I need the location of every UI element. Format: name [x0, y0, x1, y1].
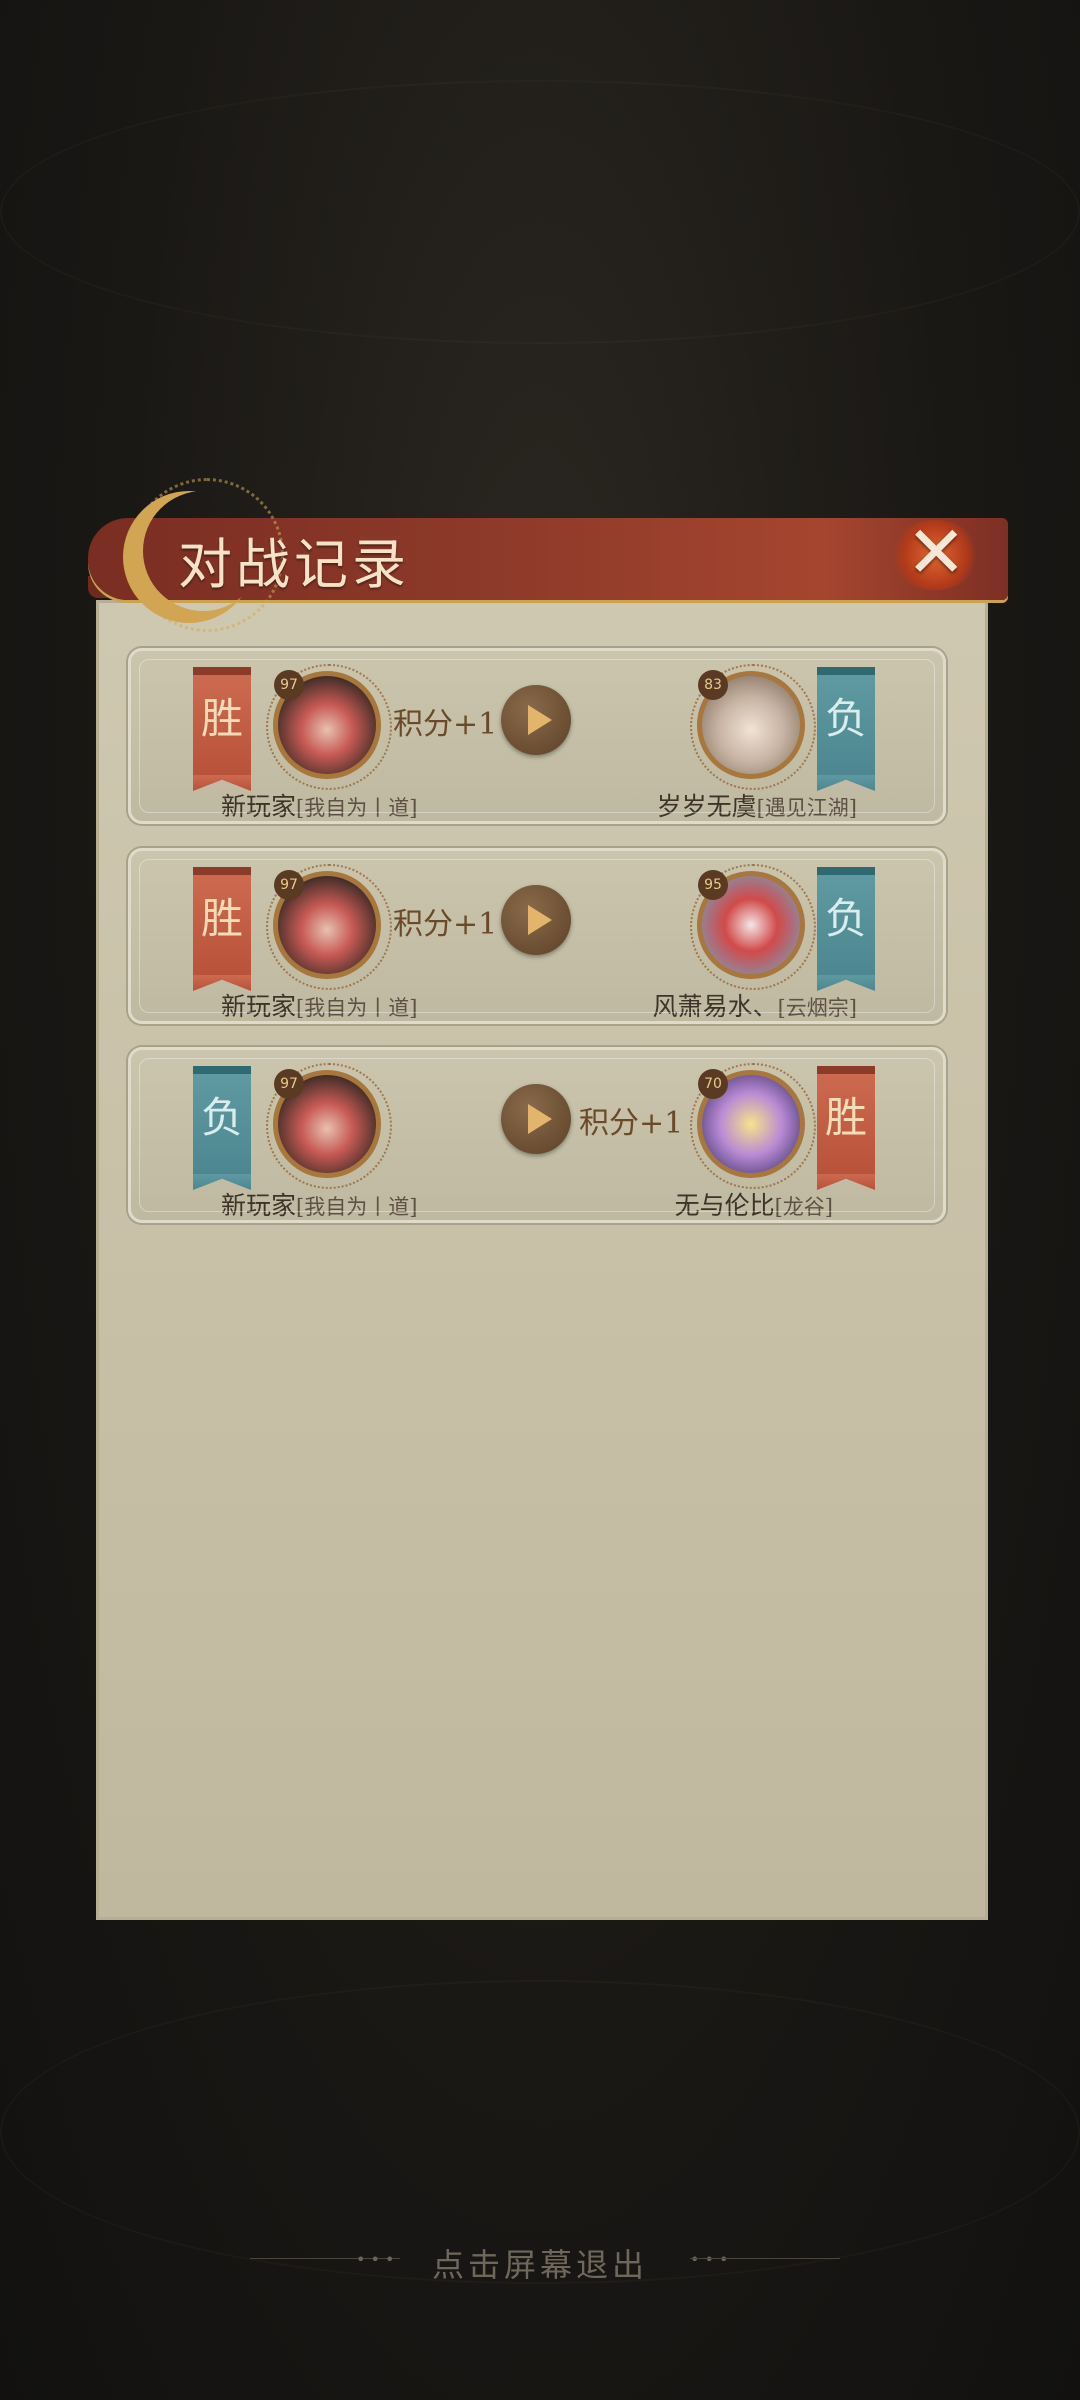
avatar-ring — [690, 864, 816, 990]
result-banner-right: 胜 — [817, 1066, 875, 1176]
guild-tag: [我自为丨道] — [296, 1195, 418, 1219]
footer-dots-right: • • • — [690, 2250, 729, 2269]
background-swirl — [0, 80, 1080, 344]
dialog-title: 对战记录 — [178, 533, 410, 596]
exit-hint[interactable]: 点击屏幕退出 — [0, 2240, 1080, 2286]
avatar-ring — [266, 864, 392, 990]
background-swirl — [0, 1980, 1080, 2284]
score-change: 积分+1 — [393, 707, 498, 742]
player-name-left: 新玩家[我自为丨道] — [221, 787, 417, 823]
battle-record-row: 负 97 积分+1 70 胜 新玩家[我自为丨道] 无与伦比[龙谷] — [128, 1047, 946, 1223]
guild-tag: [龙谷] — [774, 1195, 833, 1219]
player-avatar-right[interactable]: 83 — [690, 664, 816, 790]
close-icon: ✕ — [906, 510, 967, 594]
avatar-ring — [690, 664, 816, 790]
player-name-right: 风萧易水、[云烟宗] — [653, 987, 857, 1023]
player-avatar-right[interactable]: 95 — [690, 864, 816, 990]
player-avatar-left[interactable]: 97 — [266, 664, 392, 790]
guild-tag: [我自为丨道] — [296, 796, 418, 820]
player-name: 风萧易水、 — [652, 992, 778, 1021]
close-button[interactable]: ✕ — [870, 500, 1000, 610]
result-banner-right: 负 — [817, 867, 875, 977]
level-badge: 97 — [274, 870, 304, 900]
avatar-ring — [690, 1063, 816, 1189]
player-name: 新玩家 — [221, 992, 297, 1021]
level-badge: 97 — [274, 670, 304, 700]
player-avatar-right[interactable]: 70 — [690, 1063, 816, 1189]
replay-play-button[interactable] — [501, 1084, 571, 1154]
replay-play-button[interactable] — [501, 885, 571, 955]
result-banner-right: 负 — [817, 667, 875, 777]
level-badge: 97 — [274, 1069, 304, 1099]
player-name-left: 新玩家[我自为丨道] — [221, 1186, 417, 1222]
player-name: 新玩家 — [221, 1191, 297, 1220]
player-avatar-left[interactable]: 97 — [266, 1063, 392, 1189]
score-change: 积分+1 — [393, 907, 498, 942]
avatar-ring — [266, 1063, 392, 1189]
guild-tag: [云烟宗] — [777, 996, 857, 1020]
result-banner-left: 胜 — [193, 667, 251, 777]
replay-play-button[interactable] — [501, 685, 571, 755]
level-badge: 95 — [698, 870, 728, 900]
battle-record-row: 胜 97 积分+1 95 负 新玩家[我自为丨道] 风萧易水、[云烟宗] — [128, 848, 946, 1024]
player-name-right: 岁岁无虞[遇见江湖] — [657, 787, 857, 823]
guild-tag: [遇见江湖] — [756, 796, 857, 820]
battle-record-row: 胜 97 积分+1 83 负 新玩家[我自为丨道] 岁岁无虞[遇见江湖] — [128, 648, 946, 824]
player-avatar-left[interactable]: 97 — [266, 864, 392, 990]
player-name: 无与伦比 — [674, 1191, 775, 1220]
level-badge: 83 — [698, 670, 728, 700]
player-name: 岁岁无虞 — [656, 792, 757, 821]
player-name: 新玩家 — [221, 792, 297, 821]
player-name-left: 新玩家[我自为丨道] — [221, 987, 417, 1023]
guild-tag: [我自为丨道] — [296, 996, 418, 1020]
level-badge: 70 — [698, 1069, 728, 1099]
player-name-right: 无与伦比[龙谷] — [675, 1186, 833, 1222]
result-banner-left: 胜 — [193, 867, 251, 977]
result-banner-left: 负 — [193, 1066, 251, 1176]
score-change: 积分+1 — [579, 1106, 684, 1141]
footer-divider-right — [690, 2258, 840, 2259]
avatar-ring — [266, 664, 392, 790]
